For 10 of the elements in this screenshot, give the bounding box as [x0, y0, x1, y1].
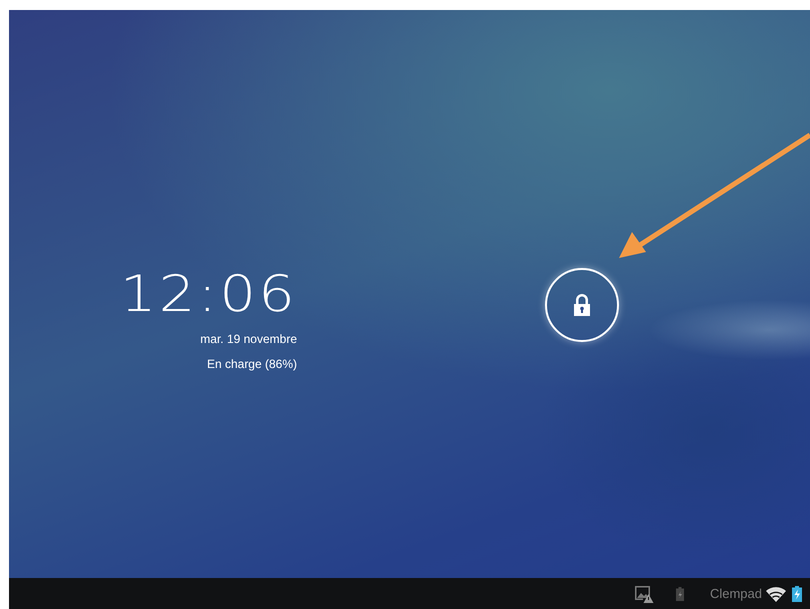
- unlock-button[interactable]: [545, 268, 619, 342]
- date-text: mar. 19 novembre: [200, 332, 297, 346]
- padlock-icon: [572, 293, 592, 317]
- clock-time: 12:06: [120, 272, 297, 316]
- image-warning-icon[interactable]: [634, 584, 654, 602]
- wifi-icon[interactable]: [766, 586, 786, 602]
- network-name: Clempad: [710, 586, 762, 601]
- charging-status: En charge (86%): [206, 357, 297, 371]
- battery-charging-icon[interactable]: [792, 586, 802, 602]
- battery-icon[interactable]: [676, 586, 684, 600]
